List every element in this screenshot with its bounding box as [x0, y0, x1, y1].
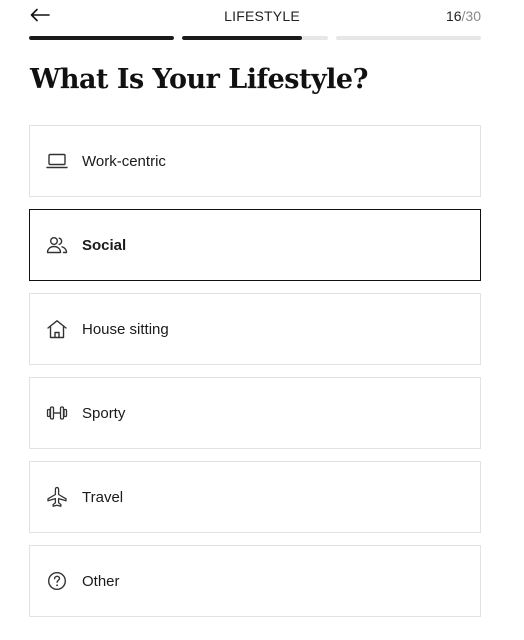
- step-counter: 16/30: [446, 8, 481, 24]
- step-current: 16: [445, 8, 462, 24]
- progress-segment-3: [336, 36, 481, 40]
- progress-segment-2: [182, 36, 328, 40]
- option-house-sitting[interactable]: House sitting: [29, 293, 481, 365]
- progress-segment-1: [29, 36, 174, 40]
- dumbbell-icon: [46, 402, 68, 424]
- option-label: House sitting: [82, 320, 169, 338]
- airplane-icon: [46, 486, 68, 508]
- page-title: What Is Your Lifestyle?: [30, 64, 368, 95]
- option-travel[interactable]: Travel: [29, 461, 481, 533]
- option-label: Travel: [82, 488, 124, 506]
- progress-segment-1-fill: [29, 36, 174, 40]
- option-social[interactable]: Social: [29, 209, 481, 281]
- option-other[interactable]: Other: [29, 545, 481, 617]
- laptop-icon: [46, 150, 68, 172]
- option-label: Sporty: [82, 404, 126, 422]
- option-label: Work-centric: [82, 152, 166, 170]
- option-sporty[interactable]: Sporty: [29, 377, 481, 449]
- people-icon: [46, 234, 68, 256]
- progress-segment-2-fill: [182, 36, 302, 40]
- house-icon: [46, 318, 68, 340]
- option-label: Other: [82, 572, 120, 590]
- top-bar: LIFESTYLE 16/30: [0, 0, 524, 32]
- option-work-centric[interactable]: Work-centric: [29, 125, 481, 197]
- lifestyle-options: Work-centric Social House sitting Sporty…: [29, 125, 481, 617]
- step-total: 30: [465, 8, 481, 24]
- progress-bar: [29, 36, 481, 41]
- question-circle-icon: [46, 570, 68, 592]
- option-label: Social: [82, 236, 127, 254]
